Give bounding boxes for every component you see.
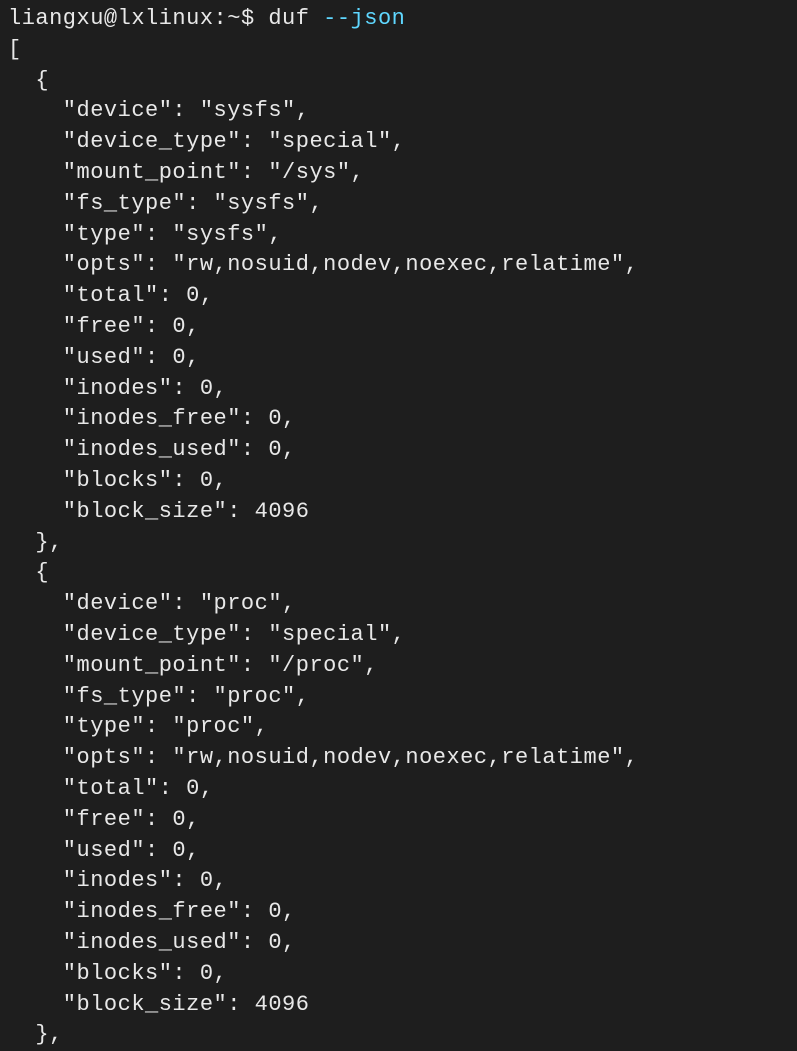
json-line: "blocks": 0, xyxy=(8,468,227,493)
json-entry-open: { xyxy=(8,68,49,93)
json-line: "device_type": "special", xyxy=(8,129,405,154)
json-line: "device": "sysfs", xyxy=(8,98,309,123)
json-line: "inodes": 0, xyxy=(8,868,227,893)
json-line: "free": 0, xyxy=(8,807,200,832)
terminal-output[interactable]: liangxu@lxlinux:~$ duf --json [ { "devic… xyxy=(8,4,789,1051)
json-entry-close: }, xyxy=(8,1022,63,1047)
command-space xyxy=(309,6,323,31)
json-line: "block_size": 4096 xyxy=(8,499,309,524)
json-entry-close: }, xyxy=(8,530,63,555)
json-line: "mount_point": "/sys", xyxy=(8,160,364,185)
json-line: "used": 0, xyxy=(8,345,200,370)
json-line: "inodes_used": 0, xyxy=(8,930,296,955)
json-line: "total": 0, xyxy=(8,776,214,801)
json-line: "fs_type": "sysfs", xyxy=(8,191,323,216)
prompt-path: ~ xyxy=(227,6,241,31)
json-line: "blocks": 0, xyxy=(8,961,227,986)
prompt-symbol: $ xyxy=(241,6,255,31)
json-line: "opts": "rw,nosuid,nodev,noexec,relatime… xyxy=(8,745,638,770)
json-line: "inodes_free": 0, xyxy=(8,899,296,924)
json-line: "type": "sysfs", xyxy=(8,222,282,247)
json-line: "type": "proc", xyxy=(8,714,268,739)
json-line: "fs_type": "proc", xyxy=(8,684,309,709)
json-line: "inodes_used": 0, xyxy=(8,437,296,462)
json-line: "mount_point": "/proc", xyxy=(8,653,378,678)
json-line: "inodes": 0, xyxy=(8,376,227,401)
json-line: "total": 0, xyxy=(8,283,214,308)
json-line: "inodes_free": 0, xyxy=(8,406,296,431)
json-open-bracket: [ xyxy=(8,37,22,62)
command-flag: --json xyxy=(323,6,405,31)
json-line: "free": 0, xyxy=(8,314,200,339)
json-line: "device": "proc", xyxy=(8,591,296,616)
prompt-user-host: liangxu@lxlinux xyxy=(8,6,214,31)
json-entry-open: { xyxy=(8,560,49,585)
command-text: duf xyxy=(268,6,309,31)
json-line: "block_size": 4096 xyxy=(8,992,309,1017)
json-line: "opts": "rw,nosuid,nodev,noexec,relatime… xyxy=(8,252,638,277)
json-line: "used": 0, xyxy=(8,838,200,863)
prompt-space xyxy=(255,6,269,31)
prompt-colon: : xyxy=(214,6,228,31)
json-line: "device_type": "special", xyxy=(8,622,405,647)
